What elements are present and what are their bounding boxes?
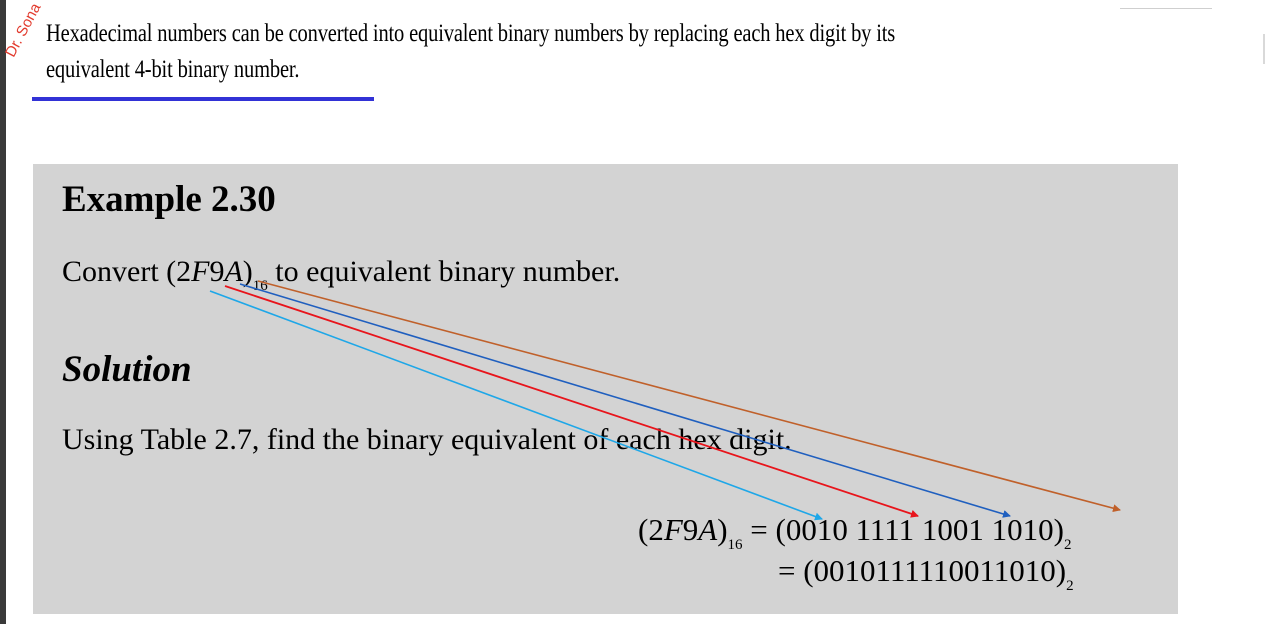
- watermark-text: Dr. Sona: [2, 0, 45, 60]
- eq1-lhs-a: A: [698, 512, 718, 547]
- ink-underline: [32, 97, 374, 101]
- eq1-rhs: = (0010 1111 1001 1010): [742, 512, 1064, 547]
- right-edge-mark: [1263, 34, 1265, 64]
- eq2-rhs: = (0010111110011010): [778, 553, 1067, 588]
- eq1-rhs-base: 2: [1063, 537, 1072, 553]
- eq2-base: 2: [1066, 578, 1074, 594]
- eq1-lhs-f: F: [663, 512, 683, 547]
- eq1-lhs-9: 9: [682, 512, 699, 547]
- intro-line-1: Hexadecimal numbers can be converted int…: [46, 20, 896, 47]
- intro-paragraph: Hexadecimal numbers can be converted int…: [46, 16, 997, 88]
- question-base: 16: [252, 278, 268, 294]
- question-close: ): [242, 255, 253, 288]
- question-hex-a: A: [224, 255, 243, 288]
- question-hex-9: 9: [209, 255, 225, 288]
- eq1-lhs-base: 16: [727, 537, 743, 553]
- example-title: Example 2.30: [62, 179, 276, 220]
- question-suffix: to equivalent binary number.: [267, 255, 621, 288]
- question-prefix: Convert (2: [62, 255, 192, 288]
- solution-text: Using Table 2.7, find the binary equival…: [62, 423, 792, 456]
- eq1-lhs-close: ): [717, 512, 728, 547]
- example-question: Convert (2F9A)16 to equivalent binary nu…: [62, 255, 620, 295]
- equation-line-1: (2F9A)16 = (0010 1111 1001 1010)2: [638, 512, 1071, 554]
- left-edge-bar: [0, 0, 6, 624]
- eq1-lhs-prefix: (2: [638, 512, 664, 547]
- equation-line-2: = (0010111110011010)2: [778, 553, 1074, 595]
- solution-title: Solution: [62, 349, 192, 390]
- question-hex-f: F: [191, 255, 210, 288]
- top-rule: [1120, 8, 1212, 9]
- intro-line-2: equivalent 4-bit binary number.: [46, 56, 300, 83]
